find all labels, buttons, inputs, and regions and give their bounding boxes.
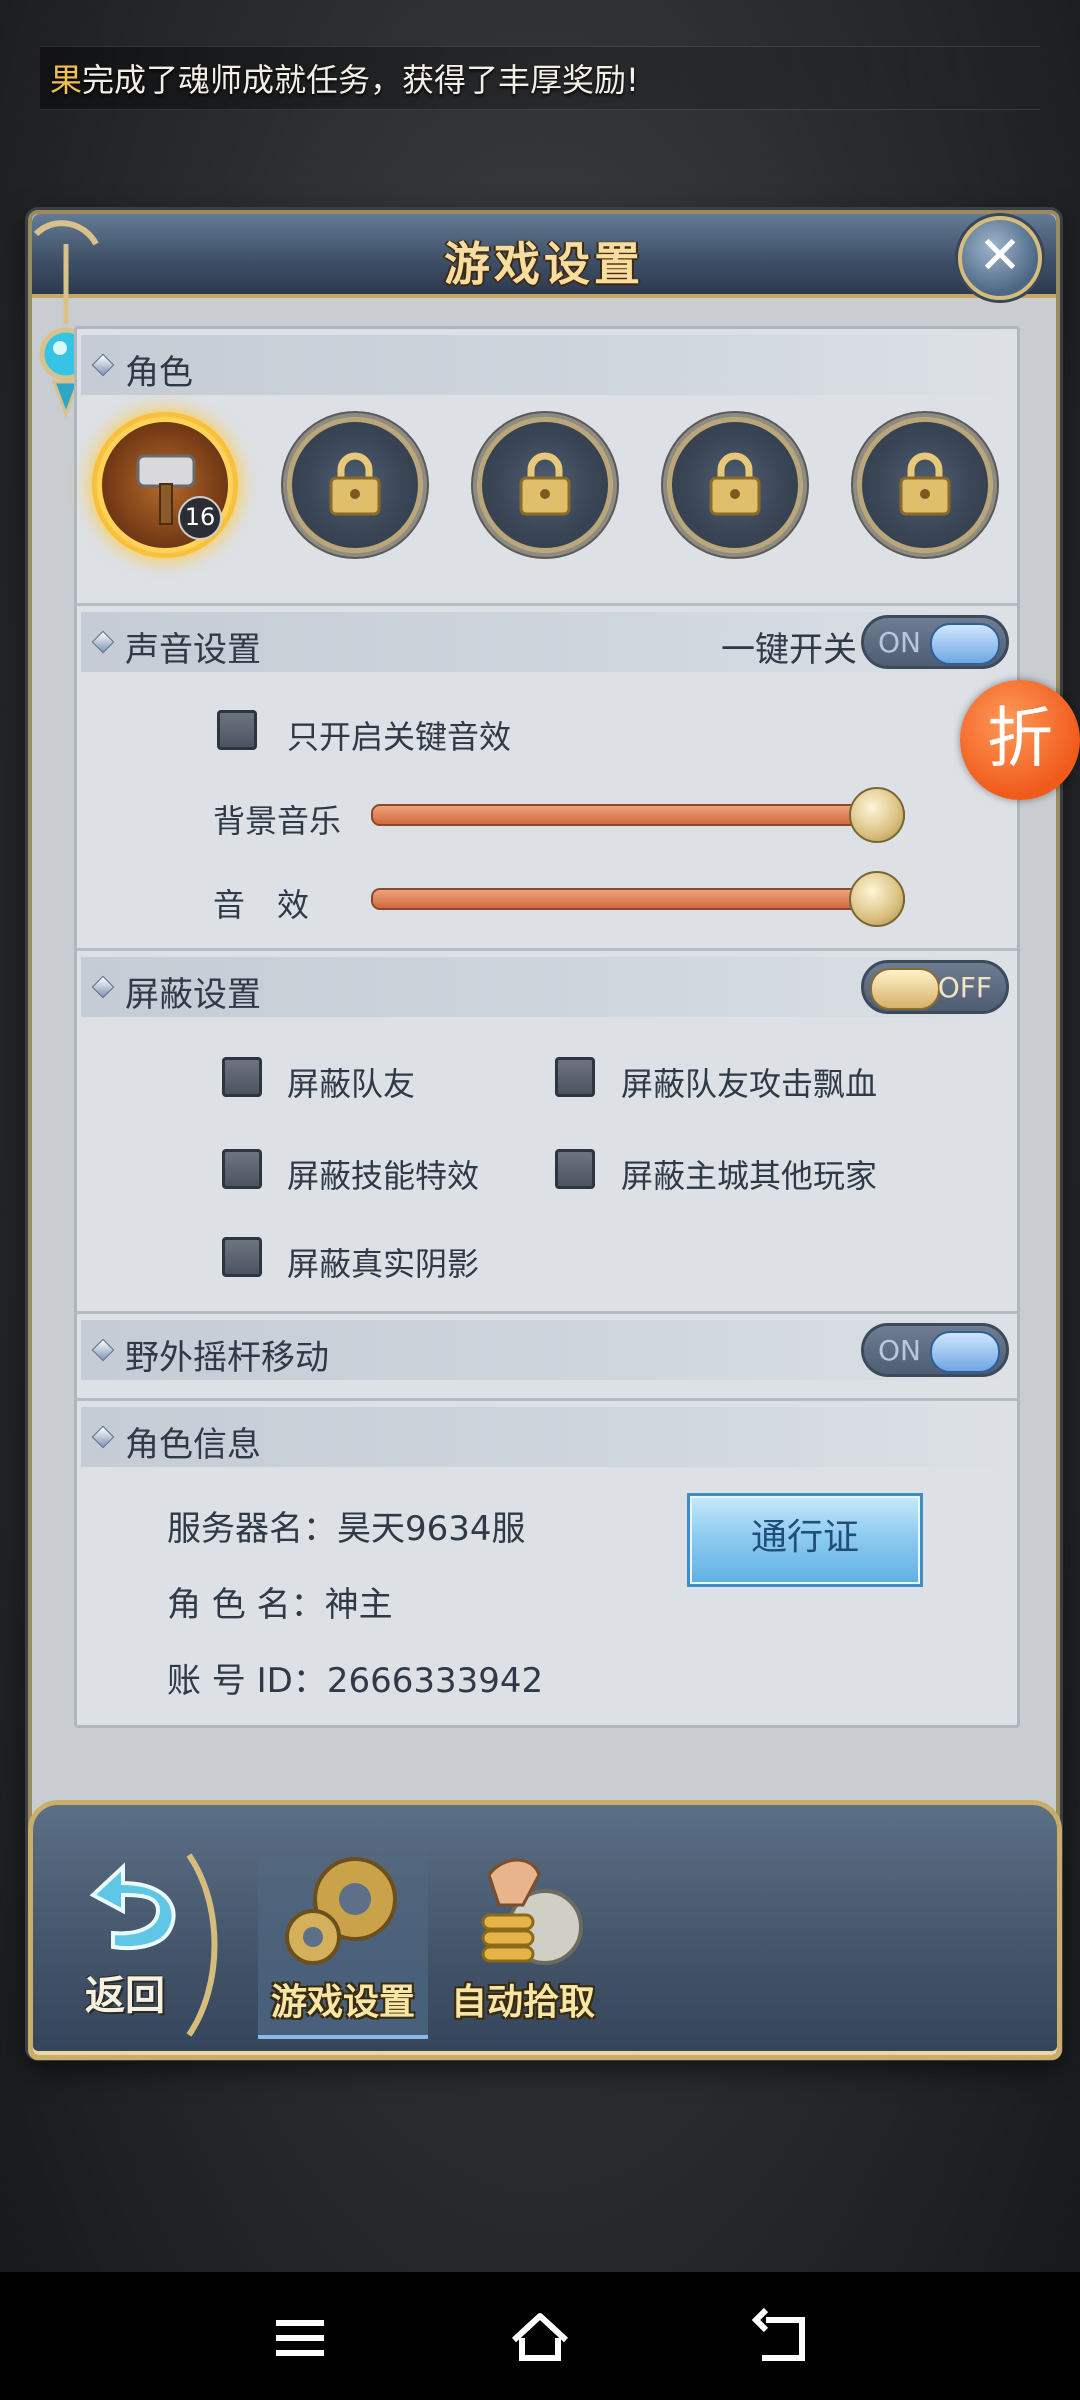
role-section-header: 角色 xyxy=(81,335,1013,395)
tab-game-settings[interactable]: 游戏设置 xyxy=(258,1845,428,2039)
block-other-players-checkbox[interactable] xyxy=(555,1149,595,1189)
bgm-slider[interactable] xyxy=(371,804,905,826)
toggle-knob xyxy=(870,968,940,1010)
key-sfx-only-checkbox[interactable] xyxy=(217,710,257,750)
sound-section: 声音设置 一键开关 ON 只开启关键音效 背景音乐 音 效 xyxy=(77,612,1017,951)
master-switch-label: 一键开关 xyxy=(721,630,857,670)
sound-section-header: 声音设置 一键开关 ON xyxy=(81,612,1013,672)
level-badge: 16 xyxy=(178,496,222,540)
tab-game-settings-label: 游戏设置 xyxy=(270,1982,415,2023)
character-slot-1[interactable]: 16 xyxy=(97,417,233,553)
role-section: 角色 16 xyxy=(77,335,1017,606)
back-label: 返回 xyxy=(85,1973,165,2019)
system-nav-bar xyxy=(0,2272,1080,2400)
bgm-slider-handle[interactable] xyxy=(848,787,905,843)
joystick-section-title: 野外摇杆移动 xyxy=(125,1338,329,1378)
joystick-section-header: 野外摇杆移动 ON xyxy=(81,1320,1013,1380)
tab-auto-pickup-label: 自动拾取 xyxy=(450,1982,595,2023)
bgm-label: 背景音乐 xyxy=(213,802,342,840)
block-skill-effects-label: 屏蔽技能特效 xyxy=(287,1157,480,1195)
block-other-players-label: 屏蔽主城其他玩家 xyxy=(621,1157,878,1195)
home-icon[interactable] xyxy=(504,2302,576,2374)
close-icon: ✕ xyxy=(978,226,1022,286)
back-nav-icon[interactable] xyxy=(744,2302,816,2374)
block-teammates-label: 屏蔽队友 xyxy=(287,1065,416,1103)
dialog-titlebar: 游戏设置 ✕ xyxy=(32,214,1056,300)
role-info-section-header: 角色信息 xyxy=(81,1407,1013,1467)
sfx-slider[interactable] xyxy=(371,888,905,910)
role-info-section-title: 角色信息 xyxy=(125,1425,261,1465)
bracket-divider-icon xyxy=(186,1853,218,2037)
diamond-icon xyxy=(91,630,115,654)
block-skill-effects-checkbox[interactable] xyxy=(222,1149,262,1189)
block-section-header: 屏蔽设置 OFF xyxy=(81,957,1013,1017)
bottom-nav-bar: 返回 游戏设置 自动拾取 xyxy=(28,1800,1062,2060)
lock-icon xyxy=(519,452,571,516)
block-section: 屏蔽设置 OFF 屏蔽队友 屏蔽队友攻击飘血 屏蔽技能特效 屏蔽主城其他玩家 屏… xyxy=(77,957,1017,1314)
character-slot-5[interactable] xyxy=(857,417,993,553)
discount-float-button[interactable]: 折 xyxy=(960,680,1080,800)
role-section-title: 角色 xyxy=(125,353,193,393)
lock-icon xyxy=(709,452,761,516)
lock-icon xyxy=(899,452,951,516)
toggle-knob xyxy=(930,1331,1000,1373)
character-slot-2[interactable] xyxy=(287,417,423,553)
money-bag-icon xyxy=(481,1858,583,1965)
lock-icon xyxy=(329,452,381,516)
block-real-shadow-label: 屏蔽真实阴影 xyxy=(287,1245,480,1283)
diamond-icon xyxy=(91,1425,115,1449)
menu-icon[interactable] xyxy=(264,2302,336,2374)
passport-button[interactable]: 通行证 xyxy=(687,1493,923,1587)
gear-icon xyxy=(285,1857,397,1965)
joystick-toggle[interactable]: ON xyxy=(861,1323,1009,1377)
role-info-section: 角色信息 服务器名：昊天9634服 角 色 名：神主 账 号 ID：266633… xyxy=(77,1407,1017,1725)
key-sfx-only-label: 只开启关键音效 xyxy=(287,718,512,756)
toggle-state-label: ON xyxy=(878,626,921,659)
sfx-label: 音 效 xyxy=(213,886,310,924)
diamond-icon xyxy=(91,353,115,377)
sound-section-title: 声音设置 xyxy=(125,630,261,670)
announcement-body: 完成了魂师成就任务，获得了丰厚奖励! xyxy=(82,61,639,99)
tab-auto-pickup[interactable]: 自动拾取 xyxy=(438,1845,608,2035)
toggle-state-label: ON xyxy=(878,1334,921,1367)
settings-content: 角色 16 声音设置 一键开关 ON 只开启关键音效 背景音乐 音 效 屏蔽设置… xyxy=(74,326,1020,1728)
joystick-section: 野外摇杆移动 ON xyxy=(77,1320,1017,1401)
diamond-icon xyxy=(91,975,115,999)
toggle-knob xyxy=(930,623,1000,665)
block-section-title: 屏蔽设置 xyxy=(125,975,261,1015)
account-id: 账 号 ID：2666333942 xyxy=(167,1661,544,1701)
dialog-title: 游戏设置 xyxy=(444,237,644,291)
announcement-lead: 果 xyxy=(50,61,83,99)
role-name: 角 色 名：神主 xyxy=(167,1585,393,1625)
announcement-text: 果完成了魂师成就任务，获得了丰厚奖励! xyxy=(50,55,639,101)
character-slot-3[interactable] xyxy=(477,417,613,553)
close-button[interactable]: ✕ xyxy=(958,216,1042,300)
back-arrow-icon xyxy=(89,1862,176,1951)
diamond-icon xyxy=(91,1338,115,1362)
master-sound-toggle[interactable]: ON xyxy=(861,615,1009,669)
server-name: 服务器名：昊天9634服 xyxy=(167,1509,526,1549)
character-slot-4[interactable] xyxy=(667,417,803,553)
announcement-marquee: 果完成了魂师成就任务，获得了丰厚奖励! xyxy=(40,46,1040,110)
block-real-shadow-checkbox[interactable] xyxy=(222,1237,262,1277)
block-teammate-damage-label: 屏蔽队友攻击飘血 xyxy=(621,1065,878,1103)
block-teammates-checkbox[interactable] xyxy=(222,1057,262,1097)
block-teammate-damage-checkbox[interactable] xyxy=(555,1057,595,1097)
sfx-slider-handle[interactable] xyxy=(848,871,905,927)
game-settings-dialog: 游戏设置 ✕ 角色 16 声音设置 一键开关 ON 只开启关键音效 背景音乐 音… xyxy=(28,210,1060,2058)
toggle-state-label: OFF xyxy=(937,971,992,1004)
block-all-toggle[interactable]: OFF xyxy=(861,960,1009,1014)
